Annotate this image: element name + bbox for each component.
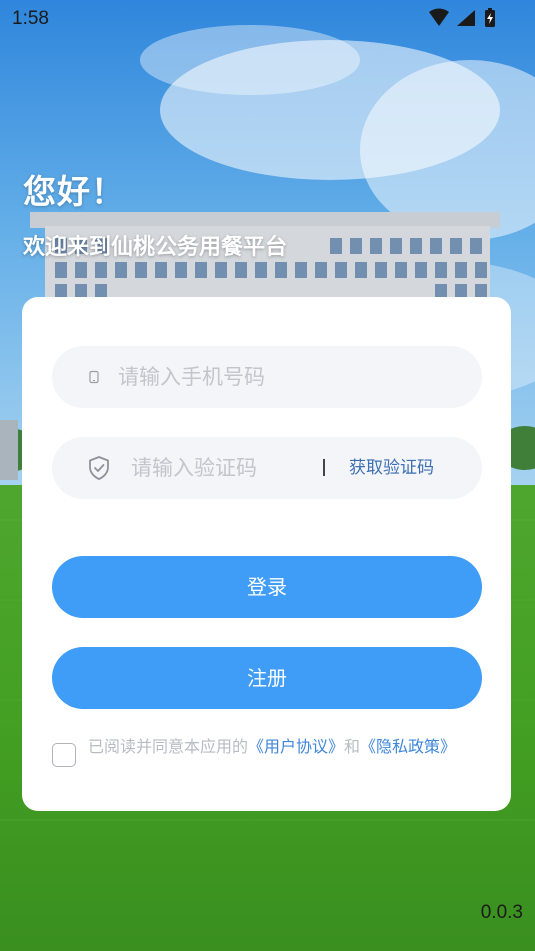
user-agreement-link[interactable]: 《用户协议》	[248, 737, 344, 756]
greeting-title: 您好！	[23, 172, 125, 211]
code-input[interactable]	[131, 437, 311, 499]
login-card: 获取验证码 登录 注册 已阅读并同意本应用的《用户协议》和《隐私政策》	[22, 297, 511, 811]
register-button[interactable]: 注册	[52, 647, 482, 709]
status-time: 1:58	[12, 8, 49, 29]
phone-field[interactable]	[52, 346, 482, 408]
agreement-text: 已阅读并同意本应用的《用户协议》和《隐私政策》	[88, 736, 488, 757]
status-icons	[427, 7, 497, 34]
shield-icon	[87, 437, 111, 499]
code-field[interactable]: 获取验证码	[52, 437, 482, 499]
status-bar: 1:58	[0, 0, 535, 38]
login-button[interactable]: 登录	[52, 556, 482, 618]
welcome-subtitle: 欢迎来到仙桃公务用餐平台	[23, 235, 288, 260]
phone-icon	[88, 346, 100, 408]
cellular-signal-icon	[457, 10, 475, 26]
app-version: 0.0.3	[480, 902, 523, 923]
phone-input[interactable]	[118, 346, 458, 408]
get-code-button[interactable]: 获取验证码	[349, 437, 434, 499]
agreement-and: 和	[344, 737, 361, 756]
privacy-policy-link[interactable]: 《隐私政策》	[360, 737, 456, 756]
battery-icon	[485, 8, 495, 27]
agreement-prefix: 已阅读并同意本应用的	[88, 737, 249, 756]
agreement-checkbox[interactable]	[52, 743, 76, 767]
field-divider	[323, 459, 325, 476]
wifi-icon	[429, 8, 449, 26]
